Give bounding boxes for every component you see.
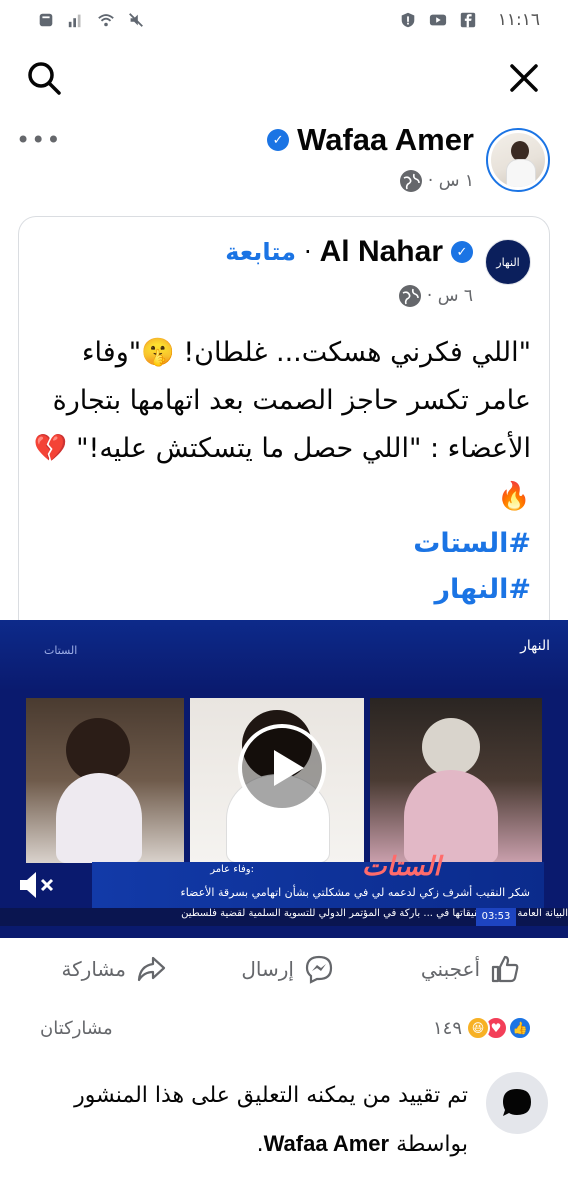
notice-text-after: . <box>256 1132 264 1157</box>
ticker-time: 03:53 <box>476 908 516 926</box>
haha-reaction-icon: 😆 <box>466 1016 490 1040</box>
top-nav <box>0 48 568 108</box>
page-name[interactable]: Al Nahar <box>320 235 443 269</box>
page-avatar[interactable]: النهار <box>485 239 531 285</box>
mute-icon[interactable] <box>18 868 58 902</box>
signal-icon <box>68 14 81 28</box>
wifi-icon <box>98 14 114 27</box>
channel-logo: النهار <box>520 638 550 654</box>
post-stats: 👍 ♥ 😆 ١٤٩ مشاركتان <box>0 1010 568 1050</box>
hashtag-link[interactable]: #النهار <box>31 567 531 613</box>
reaction-count: ١٤٩ <box>432 1017 462 1039</box>
separator: · <box>303 238 312 266</box>
like-button[interactable]: أعجبني <box>421 954 520 984</box>
globe-icon <box>399 170 422 192</box>
author-name[interactable]: Wafaa Amer <box>297 122 474 158</box>
search-icon <box>28 62 61 95</box>
show-tag: الستات <box>44 644 78 657</box>
mute-icon <box>129 13 143 27</box>
notice-text: تم تقييد من يمكنه التعليق على هذا المنشو… <box>48 1072 468 1169</box>
like-reaction-icon: 👍 <box>508 1016 532 1040</box>
like-label: أعجبني <box>420 957 480 981</box>
video-player[interactable]: النهار الستات وفاء عامر: شكر النقيب أشرف… <box>0 620 568 938</box>
comment-bubble-icon <box>503 1089 531 1116</box>
thumbs-up-icon <box>491 955 519 983</box>
notification-icon <box>39 13 53 27</box>
avatar-image <box>491 133 545 187</box>
play-button[interactable] <box>238 724 326 812</box>
send-button[interactable]: إرسال <box>241 954 334 984</box>
youtube-icon <box>429 14 446 26</box>
globe-icon <box>398 285 421 307</box>
page-row: متابعة · Al Nahar ✓ <box>225 235 473 269</box>
share-button[interactable]: مشاركة <box>61 954 166 984</box>
share-icon <box>137 956 166 982</box>
search-button[interactable] <box>24 58 64 98</box>
reactions-summary[interactable]: 👍 ♥ 😆 ١٤٩ <box>433 1016 532 1040</box>
follow-button[interactable]: متابعة <box>225 238 296 266</box>
close-button[interactable] <box>504 58 544 98</box>
facebook-icon <box>460 12 475 28</box>
status-bar: ١١:١٦ <box>0 0 568 40</box>
more-options-button[interactable]: ••• <box>16 126 61 154</box>
post-header: ••• ✓ Wafaa Amer ١ س · <box>0 118 568 198</box>
comment-restriction-notice: تم تقييد من يمكنه التعليق على هذا المنشو… <box>0 1068 568 1168</box>
post-time[interactable]: ١ س · <box>428 171 474 191</box>
notice-author-name: Wafaa Amer <box>263 1131 390 1156</box>
video-panel-right <box>370 698 542 863</box>
action-bar: أعجبني إرسال مشاركة <box>0 946 568 1006</box>
shared-post-time[interactable]: ٦ س · <box>427 286 473 306</box>
lower-third-name: وفاء عامر: <box>210 864 254 875</box>
hashtag-link[interactable]: #الستات <box>31 521 531 567</box>
post-meta: ١ س · <box>399 170 474 192</box>
share-count[interactable]: مشاركتان <box>40 1018 113 1039</box>
shared-post-card[interactable]: النهار متابعة · Al Nahar ✓ ٦ س · "اللي ف… <box>18 216 550 636</box>
send-label: إرسال <box>241 957 294 981</box>
comment-icon-wrap <box>486 1072 548 1134</box>
post-text: "اللي فكرني هسكت... غلطان! 🤫"وفاء عامر ت… <box>31 329 531 613</box>
shield-icon <box>401 12 415 28</box>
video-header-band <box>0 620 568 692</box>
lower-third-text: شكر النقيب أشرف زكي لدعمه لي في مشكلتي ب… <box>180 886 530 899</box>
post-body: "اللي فكرني هسكت... غلطان! 🤫"وفاء عامر ت… <box>33 337 531 512</box>
clock: ١١:١٦ <box>497 10 540 30</box>
share-label: مشاركة <box>61 957 126 981</box>
close-icon <box>510 64 538 92</box>
video-panel-left <box>26 698 184 863</box>
author-avatar[interactable] <box>486 128 550 192</box>
verified-badge-icon: ✓ <box>267 129 290 151</box>
verified-badge-icon: ✓ <box>451 241 473 263</box>
author-row: ✓ Wafaa Amer <box>267 122 474 158</box>
show-logo: الستات <box>362 852 441 882</box>
messenger-icon <box>305 955 333 984</box>
shared-post-meta: ٦ س · <box>398 285 473 307</box>
